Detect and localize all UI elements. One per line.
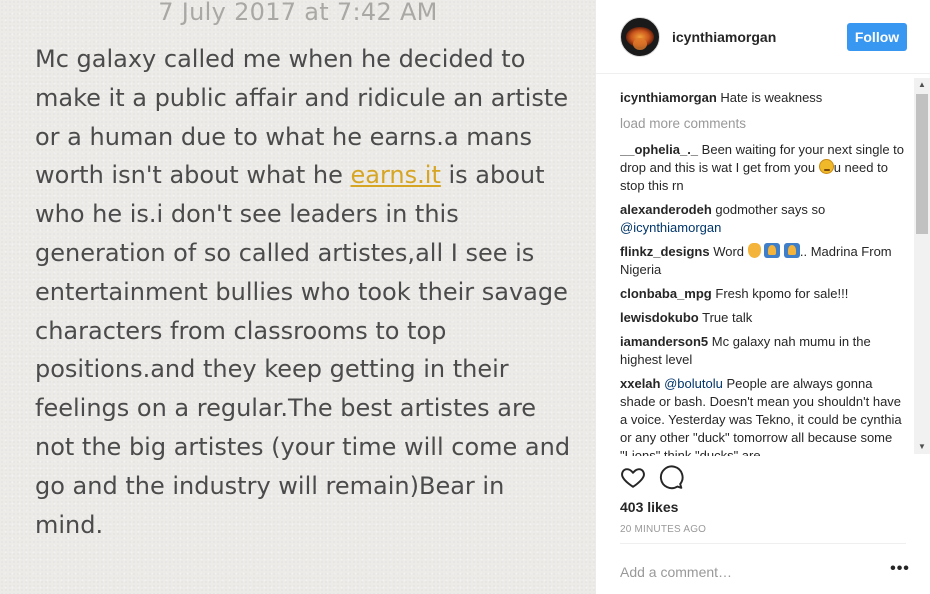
ok-hand-emoji-icon xyxy=(747,243,761,258)
list-item: alexanderodeh godmother says so @icynthi… xyxy=(620,201,910,237)
list-item: lewisdokubo True talk xyxy=(620,309,910,327)
comment-text: Fresh kpomo for sale!!! xyxy=(715,286,849,301)
add-comment-input[interactable] xyxy=(620,562,870,582)
raising-hands-emoji-icon xyxy=(764,243,781,258)
post-header: icynthiamorgan Follow xyxy=(596,0,930,74)
comment-mention[interactable]: @icynthiamorgan xyxy=(620,220,721,235)
post-image[interactable]: 7 July 2017 at 7:42 AM Mc galaxy called … xyxy=(0,0,596,594)
list-item: flinkz_designs Word .. Madrina From Nige… xyxy=(620,243,910,279)
avatar[interactable] xyxy=(620,17,660,57)
avatar-image-detail xyxy=(633,38,647,50)
list-item: clonbaba_mpg Fresh kpomo for sale!!! xyxy=(620,285,910,303)
comment-text: godmother says so xyxy=(715,202,826,217)
note-date: 7 July 2017 at 7:42 AM xyxy=(158,0,438,26)
note-link: earns.it xyxy=(350,161,441,190)
list-item: iamanderson5 Mc galaxy nah mumu in the h… xyxy=(620,333,910,369)
comment-mention[interactable]: @bolutolu xyxy=(664,376,723,391)
raising-hands-emoji-icon xyxy=(783,243,800,258)
more-options-icon[interactable]: ••• xyxy=(890,561,910,582)
post-sidebar: icynthiamorgan Follow icynthiamorgan Hat… xyxy=(596,0,930,594)
note-text: Mc galaxy called me when he decided to m… xyxy=(35,40,575,544)
speech-bubble-icon[interactable] xyxy=(658,464,684,490)
caption: icynthiamorgan Hate is weakness xyxy=(620,89,910,107)
comment-username[interactable]: clonbaba_mpg xyxy=(620,286,712,301)
note-text-part-2: is about who he is.i don't see leaders i… xyxy=(35,161,571,539)
caption-text: Hate is weakness xyxy=(720,90,823,105)
comment-username[interactable]: alexanderodeh xyxy=(620,202,712,217)
follow-button[interactable]: Follow xyxy=(847,23,907,51)
comment-text: True talk xyxy=(702,310,753,325)
scroll-down-arrow-icon[interactable]: ▼ xyxy=(914,440,930,454)
comment-username[interactable]: flinkz_designs xyxy=(620,244,710,259)
heart-outline-icon[interactable] xyxy=(620,464,646,490)
comment-username[interactable]: lewisdokubo xyxy=(620,310,699,325)
comments-scrollbar[interactable]: ▲ ▼ xyxy=(914,78,930,454)
post-timestamp[interactable]: 20 MINUTES AGO xyxy=(620,524,706,535)
comment-username[interactable]: iamanderson5 xyxy=(620,334,708,349)
header-username[interactable]: icynthiamorgan xyxy=(672,29,776,45)
comment-text: Word xyxy=(713,244,748,259)
comment-username[interactable]: xxelah xyxy=(620,376,660,391)
angry-face-emoji-icon xyxy=(818,159,834,174)
comment-text: People are always gonna shade or bash. D… xyxy=(620,376,902,456)
scrollbar-thumb[interactable] xyxy=(916,94,928,234)
comment-username[interactable]: __ophelia_._ xyxy=(620,142,698,157)
divider xyxy=(620,543,906,544)
caption-username[interactable]: icynthiamorgan xyxy=(620,90,717,105)
post-actions xyxy=(620,464,700,492)
scroll-up-arrow-icon[interactable]: ▲ xyxy=(914,78,930,92)
comments-list[interactable]: icynthiamorgan Hate is weakness load mor… xyxy=(620,80,910,456)
list-item: __ophelia_._ Been waiting for your next … xyxy=(620,141,910,195)
list-item: xxelah @bolutolu People are always gonna… xyxy=(620,375,910,456)
load-more-comments-link[interactable]: load more comments xyxy=(620,115,910,133)
likes-count[interactable]: 403 likes xyxy=(620,499,678,515)
